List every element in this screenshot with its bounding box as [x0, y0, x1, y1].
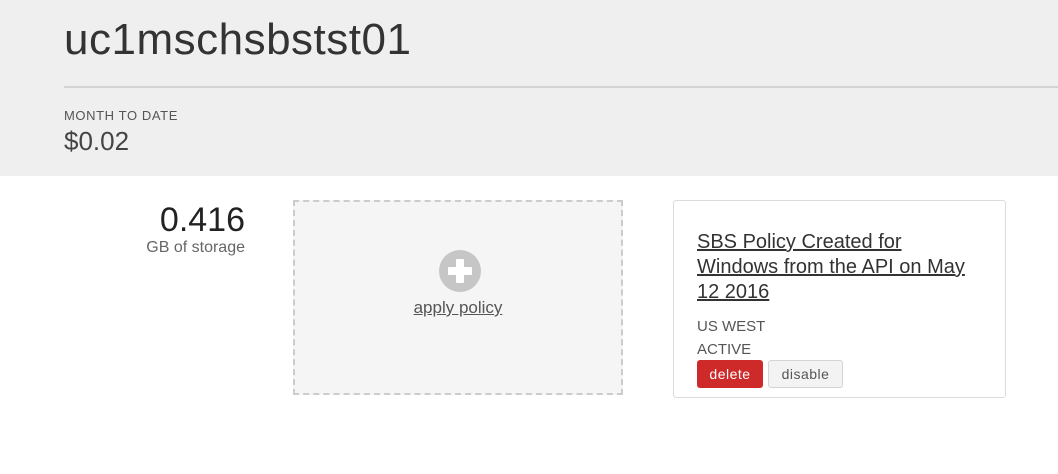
apply-policy-box[interactable]: apply policy	[293, 200, 623, 395]
storage-stat: 0.416 GB of storage	[120, 200, 245, 258]
server-header: uc1mschsbstst01 MONTH TO DATE $0.02	[0, 0, 1058, 176]
disable-button[interactable]: disable	[768, 360, 843, 388]
apply-policy-link[interactable]: apply policy	[295, 298, 621, 318]
policy-status: ACTIVE	[697, 341, 752, 358]
month-to-date-value: $0.02	[64, 126, 130, 156]
policy-region: US WEST	[697, 318, 766, 335]
storage-value: 0.416	[159, 201, 245, 239]
storage-label: GB of storage	[146, 239, 245, 256]
header-divider	[64, 86, 1058, 88]
policy-title-link[interactable]: SBS Policy Created for Windows from the …	[697, 230, 987, 305]
plus-circle-icon[interactable]	[439, 250, 481, 292]
delete-button[interactable]: delete	[697, 360, 763, 388]
policy-card: SBS Policy Created for Windows from the …	[673, 200, 1006, 398]
month-to-date-label: MONTH TO DATE	[64, 108, 178, 123]
server-title: uc1mschsbstst01	[64, 15, 412, 64]
